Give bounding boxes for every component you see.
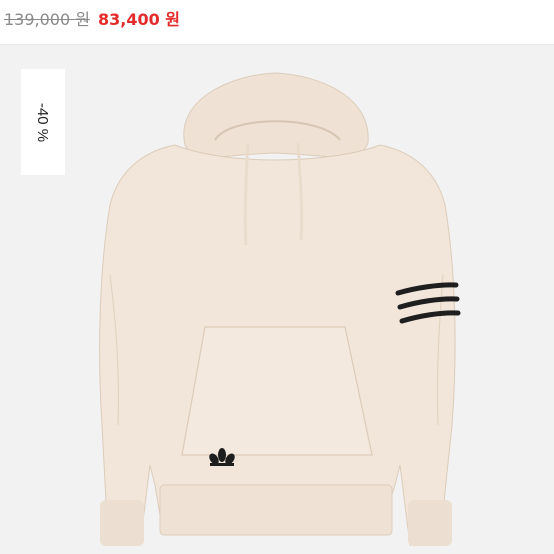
left-cuff [100, 500, 144, 546]
original-price: 139,000 원 [4, 10, 90, 29]
hoodie-hood [183, 72, 369, 158]
hoodie-image [99, 72, 461, 546]
sale-price: 83,400 원 [97, 10, 181, 29]
price-row: 139,000 원 83,400 원 [0, 0, 554, 36]
waistband [159, 484, 393, 536]
discount-label: -40 % [34, 102, 52, 142]
right-cuff [408, 500, 452, 546]
discount-badge: -40 % [21, 69, 65, 175]
kangaroo-pocket [181, 326, 373, 456]
product-image-area[interactable]: -40 % [0, 45, 554, 554]
